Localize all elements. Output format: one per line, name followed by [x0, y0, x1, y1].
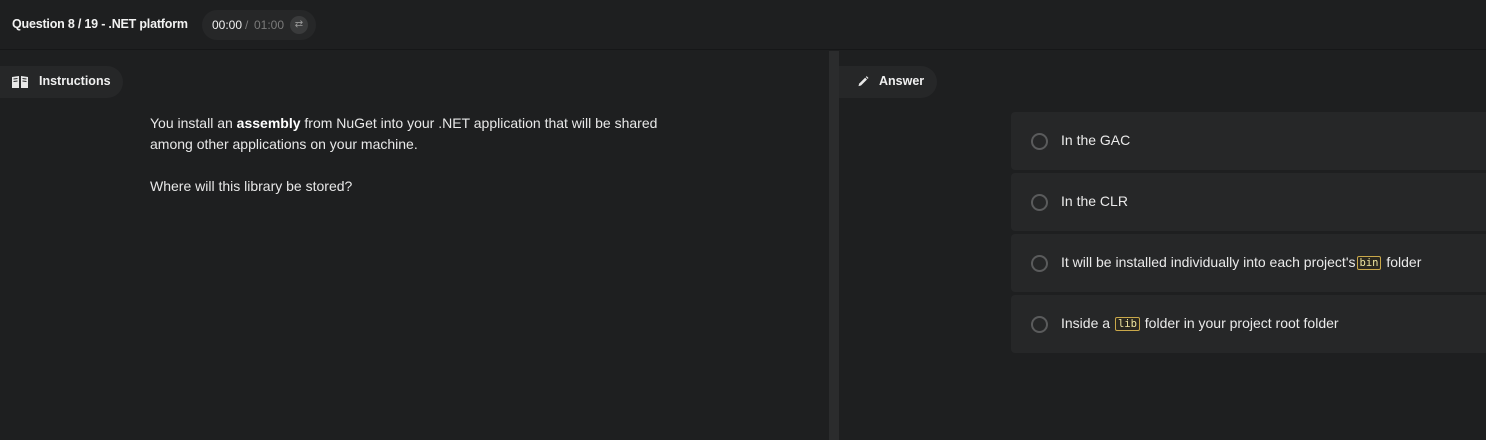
- book-icon: [12, 76, 28, 88]
- option-text: Inside a: [1061, 315, 1114, 331]
- timer: 00:00 / 01:00 ⇄: [202, 10, 316, 40]
- radio-button[interactable]: [1031, 194, 1048, 211]
- code-lib: lib: [1114, 317, 1140, 331]
- prompt-keyword: assembly: [236, 115, 301, 131]
- pencil-icon: [858, 76, 869, 87]
- prompt-question: Where will this library be stored?: [150, 178, 353, 194]
- radio-button[interactable]: [1031, 316, 1048, 333]
- instructions-pane: Instructions You install an assembly fro…: [0, 51, 829, 440]
- timer-current: 00:00: [212, 18, 243, 32]
- swap-icon[interactable]: ⇄: [290, 16, 308, 34]
- option-text: In the GAC: [1061, 132, 1131, 148]
- question-prompt: You install an assembly from NuGet into …: [150, 113, 690, 197]
- radio-button[interactable]: [1031, 255, 1048, 272]
- tab-instructions[interactable]: Instructions: [0, 66, 123, 98]
- prompt-text-before: You install an: [150, 115, 237, 131]
- option-text: In the CLR: [1061, 193, 1128, 209]
- tab-instructions-label: Instructions: [39, 74, 111, 88]
- option-label: In the GAC: [1061, 132, 1130, 148]
- pane-divider[interactable]: [829, 51, 839, 440]
- option-label: It will be installed individually into e…: [1061, 254, 1421, 270]
- option-text-after: folder: [1382, 254, 1422, 270]
- option-text-after: folder in your project root folder: [1140, 315, 1339, 331]
- tab-answer-label: Answer: [879, 74, 925, 88]
- answer-option-1[interactable]: In the GAC: [1011, 112, 1486, 170]
- timer-separator: /: [245, 18, 249, 32]
- tab-answer[interactable]: Answer: [839, 66, 937, 98]
- option-label: In the CLR: [1061, 193, 1128, 209]
- option-text: It will be installed individually into e…: [1061, 254, 1356, 270]
- radio-button[interactable]: [1031, 133, 1048, 150]
- answer-option-3[interactable]: It will be installed individually into e…: [1011, 234, 1486, 292]
- top-bar: Question 8 / 19 - .NET platform 00:00 / …: [0, 0, 1486, 50]
- answer-pane: Answer In the GAC In the CLR It will be …: [839, 51, 1486, 440]
- option-label: Inside a lib folder in your project root…: [1061, 315, 1339, 331]
- timer-total: 01:00: [254, 18, 285, 32]
- prompt-paragraph: You install an assembly from NuGet into …: [150, 113, 690, 155]
- answer-option-2[interactable]: In the CLR: [1011, 173, 1486, 231]
- code-bin: bin: [1356, 256, 1382, 270]
- question-title: Question 8 / 19 - .NET platform: [12, 17, 188, 31]
- answer-option-4[interactable]: Inside a lib folder in your project root…: [1011, 295, 1486, 353]
